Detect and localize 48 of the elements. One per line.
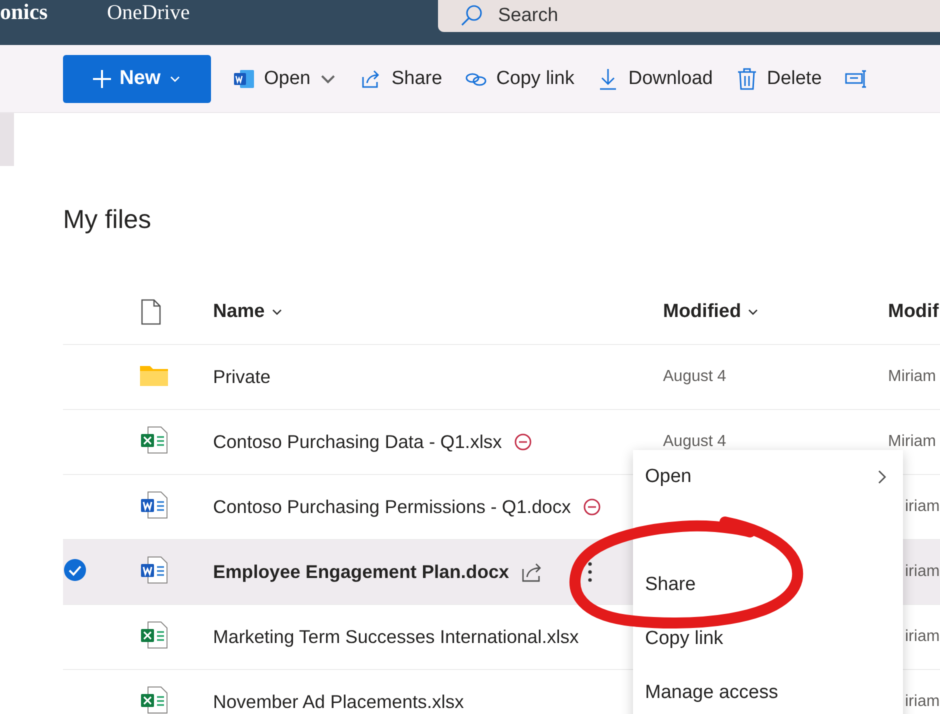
column-header[interactable]: Modif	[888, 301, 940, 323]
command-button[interactable]: Open	[233, 68, 338, 90]
modified-by: iriam	[904, 563, 940, 580]
column-header[interactable]: Modified	[663, 301, 888, 323]
app-name[interactable]: OneDrive	[107, 0, 438, 24]
command-icon-button[interactable]	[844, 68, 867, 90]
page-title: My files	[63, 204, 152, 236]
menu-item[interactable]: Manage access	[633, 666, 903, 714]
more-options-icon[interactable]	[587, 561, 594, 583]
modified-date: August 4	[663, 433, 726, 450]
file-type-icon	[140, 299, 162, 325]
file-name[interactable]: Contoso Purchasing Permissions - Q1.docx	[213, 496, 571, 518]
organization-name: onics	[0, 0, 49, 24]
folder-icon	[140, 364, 168, 386]
search-field[interactable]: Search	[438, 0, 940, 32]
file-name[interactable]: Private	[213, 366, 271, 388]
spreadsheet-file-icon	[140, 620, 168, 648]
modified-by: Miriam	[888, 368, 936, 385]
blocked-icon	[582, 498, 601, 516]
modified-date: August 4	[663, 368, 726, 385]
file-name[interactable]: Employee Engagement Plan.docx	[213, 561, 510, 583]
file-name[interactable]: November Ad Placements.xlsx	[213, 691, 464, 713]
column-header[interactable]: Name	[213, 301, 663, 323]
menu-item[interactable]: Copy link	[633, 612, 903, 666]
delete-icon	[736, 68, 758, 90]
command-button[interactable]: Delete	[736, 68, 822, 90]
search-icon	[460, 4, 484, 28]
checkmark-icon[interactable]	[63, 558, 87, 582]
document-file-icon	[140, 556, 168, 584]
command-button[interactable]: Download	[597, 68, 713, 90]
document-file-icon	[140, 490, 168, 518]
menu-item[interactable]: Share	[633, 558, 903, 612]
blocked-icon	[514, 433, 532, 451]
menu-item[interactable]: Open	[633, 450, 903, 504]
modified-by: iriam	[904, 693, 940, 710]
search-placeholder: Search	[498, 5, 558, 27]
new-button[interactable]: New	[63, 54, 211, 102]
modified-by: Miriam	[888, 433, 936, 450]
plus-icon	[93, 70, 112, 88]
document-app-icon	[233, 68, 255, 90]
command-button[interactable]: Copy link	[465, 68, 574, 90]
modified-by: iriam	[904, 498, 940, 515]
spreadsheet-file-icon	[140, 426, 168, 454]
rename-icon	[844, 68, 867, 90]
file-name[interactable]: Marketing Term Successes International.xlsx	[213, 626, 579, 648]
file-name[interactable]: Contoso Purchasing Data - Q1.xlsx	[213, 431, 502, 453]
command-button[interactable]: Share	[360, 68, 442, 90]
modified-by: iriam	[904, 628, 940, 645]
